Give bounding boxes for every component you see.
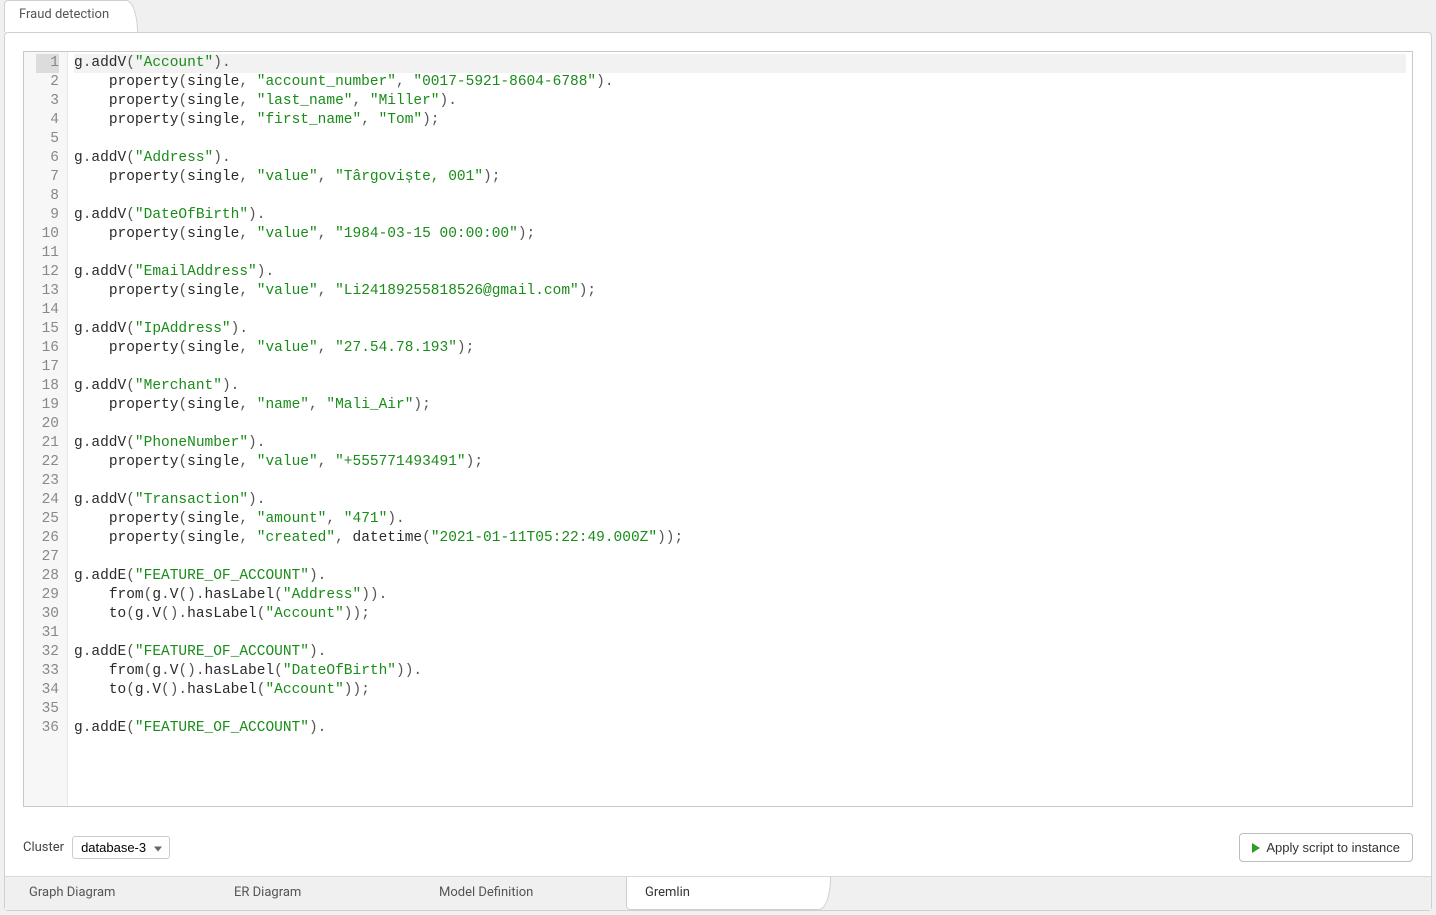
line-number: 26 bbox=[36, 529, 59, 548]
code-line[interactable] bbox=[74, 415, 1406, 434]
top-tab-bar: Fraud detection bbox=[0, 0, 1436, 32]
code-line[interactable]: property(single, "name", "Mali_Air"); bbox=[74, 396, 1406, 415]
code-line[interactable]: g.addV("Transaction"). bbox=[74, 491, 1406, 510]
line-number: 19 bbox=[36, 396, 59, 415]
code-line[interactable]: property(single, "value", "Li24189255818… bbox=[74, 282, 1406, 301]
line-number: 21 bbox=[36, 434, 59, 453]
top-tab-label: Fraud detection bbox=[19, 7, 109, 22]
code-line[interactable]: property(single, "value", "1984-03-15 00… bbox=[74, 225, 1406, 244]
code-line[interactable]: g.addV("DateOfBirth"). bbox=[74, 206, 1406, 225]
app-container: Fraud detection 123456789101112131415161… bbox=[0, 0, 1436, 915]
line-number: 14 bbox=[36, 301, 59, 320]
line-number: 8 bbox=[36, 187, 59, 206]
cluster-select-wrap: database-3 bbox=[72, 836, 170, 859]
code-line[interactable]: property(single, "value", "27.54.78.193"… bbox=[74, 339, 1406, 358]
line-number: 2 bbox=[36, 73, 59, 92]
code-line[interactable] bbox=[74, 548, 1406, 567]
line-number: 27 bbox=[36, 548, 59, 567]
line-number: 10 bbox=[36, 225, 59, 244]
main-panel: 1234567891011121314151617181920212223242… bbox=[4, 32, 1432, 911]
line-number: 9 bbox=[36, 206, 59, 225]
line-number: 12 bbox=[36, 263, 59, 282]
code-line[interactable] bbox=[74, 358, 1406, 377]
line-number: 24 bbox=[36, 491, 59, 510]
bottom-tab-er-diagram[interactable]: ER Diagram bbox=[216, 877, 421, 910]
line-number: 17 bbox=[36, 358, 59, 377]
code-line[interactable]: property(single, "created", datetime("20… bbox=[74, 529, 1406, 548]
line-number: 30 bbox=[36, 605, 59, 624]
code-line[interactable]: from(g.V().hasLabel("Address")). bbox=[74, 586, 1406, 605]
line-number: 16 bbox=[36, 339, 59, 358]
line-number: 36 bbox=[36, 719, 59, 738]
code-line[interactable]: property(single, "value", "Târgoviște, 0… bbox=[74, 168, 1406, 187]
bottom-tab-bar: Graph DiagramER DiagramModel DefinitionG… bbox=[5, 876, 1431, 910]
code-line[interactable] bbox=[74, 244, 1406, 263]
line-number: 15 bbox=[36, 320, 59, 339]
line-number: 25 bbox=[36, 510, 59, 529]
code-line[interactable] bbox=[74, 472, 1406, 491]
code-line[interactable]: property(single, "account_number", "0017… bbox=[74, 73, 1406, 92]
line-number: 20 bbox=[36, 415, 59, 434]
line-number: 23 bbox=[36, 472, 59, 491]
code-line[interactable] bbox=[74, 187, 1406, 206]
apply-script-label: Apply script to instance bbox=[1266, 840, 1400, 855]
bottom-tab-gremlin[interactable]: Gremlin bbox=[626, 877, 831, 910]
line-number: 6 bbox=[36, 149, 59, 168]
code-editor[interactable]: 1234567891011121314151617181920212223242… bbox=[23, 51, 1413, 807]
top-tab-fraud-detection[interactable]: Fraud detection bbox=[4, 0, 138, 32]
code-text-area[interactable]: g.addV("Account"). property(single, "acc… bbox=[68, 52, 1412, 806]
play-icon bbox=[1252, 843, 1260, 853]
line-number: 5 bbox=[36, 130, 59, 149]
line-number: 31 bbox=[36, 624, 59, 643]
code-line[interactable]: g.addV("Address"). bbox=[74, 149, 1406, 168]
code-line[interactable] bbox=[74, 130, 1406, 149]
bottom-tab-model-definition[interactable]: Model Definition bbox=[421, 877, 626, 910]
code-line[interactable]: g.addE("FEATURE_OF_ACCOUNT"). bbox=[74, 567, 1406, 586]
line-number: 32 bbox=[36, 643, 59, 662]
line-number-gutter: 1234567891011121314151617181920212223242… bbox=[24, 52, 68, 806]
line-number: 35 bbox=[36, 700, 59, 719]
line-number: 34 bbox=[36, 681, 59, 700]
code-line[interactable] bbox=[74, 301, 1406, 320]
footer-bar: Cluster database-3 Apply script to insta… bbox=[5, 825, 1431, 876]
line-number: 28 bbox=[36, 567, 59, 586]
code-line[interactable]: property(single, "value", "+555771493491… bbox=[74, 453, 1406, 472]
code-line[interactable]: g.addV("Merchant"). bbox=[74, 377, 1406, 396]
code-line[interactable]: property(single, "last_name", "Miller"). bbox=[74, 92, 1406, 111]
cluster-label: Cluster bbox=[23, 840, 64, 855]
line-number: 11 bbox=[36, 244, 59, 263]
code-line[interactable]: from(g.V().hasLabel("DateOfBirth")). bbox=[74, 662, 1406, 681]
line-number: 29 bbox=[36, 586, 59, 605]
code-line[interactable]: g.addV("IpAddress"). bbox=[74, 320, 1406, 339]
code-line[interactable]: property(single, "first_name", "Tom"); bbox=[74, 111, 1406, 130]
line-number: 33 bbox=[36, 662, 59, 681]
apply-script-button[interactable]: Apply script to instance bbox=[1239, 833, 1413, 862]
code-line[interactable]: g.addV("PhoneNumber"). bbox=[74, 434, 1406, 453]
code-line[interactable]: to(g.V().hasLabel("Account")); bbox=[74, 605, 1406, 624]
code-line[interactable]: g.addE("FEATURE_OF_ACCOUNT"). bbox=[74, 719, 1406, 738]
code-line[interactable]: property(single, "amount", "471"). bbox=[74, 510, 1406, 529]
line-number: 22 bbox=[36, 453, 59, 472]
code-line[interactable]: to(g.V().hasLabel("Account")); bbox=[74, 681, 1406, 700]
line-number: 18 bbox=[36, 377, 59, 396]
line-number: 7 bbox=[36, 168, 59, 187]
line-number: 3 bbox=[36, 92, 59, 111]
code-line[interactable]: g.addV("EmailAddress"). bbox=[74, 263, 1406, 282]
line-number: 4 bbox=[36, 111, 59, 130]
line-number: 1 bbox=[36, 54, 59, 73]
line-number: 13 bbox=[36, 282, 59, 301]
cluster-select[interactable]: database-3 bbox=[72, 836, 170, 859]
code-line[interactable] bbox=[74, 624, 1406, 643]
code-line[interactable]: g.addV("Account"). bbox=[74, 54, 1406, 73]
code-line[interactable]: g.addE("FEATURE_OF_ACCOUNT"). bbox=[74, 643, 1406, 662]
bottom-tab-graph-diagram[interactable]: Graph Diagram bbox=[11, 877, 216, 910]
code-line[interactable] bbox=[74, 700, 1406, 719]
